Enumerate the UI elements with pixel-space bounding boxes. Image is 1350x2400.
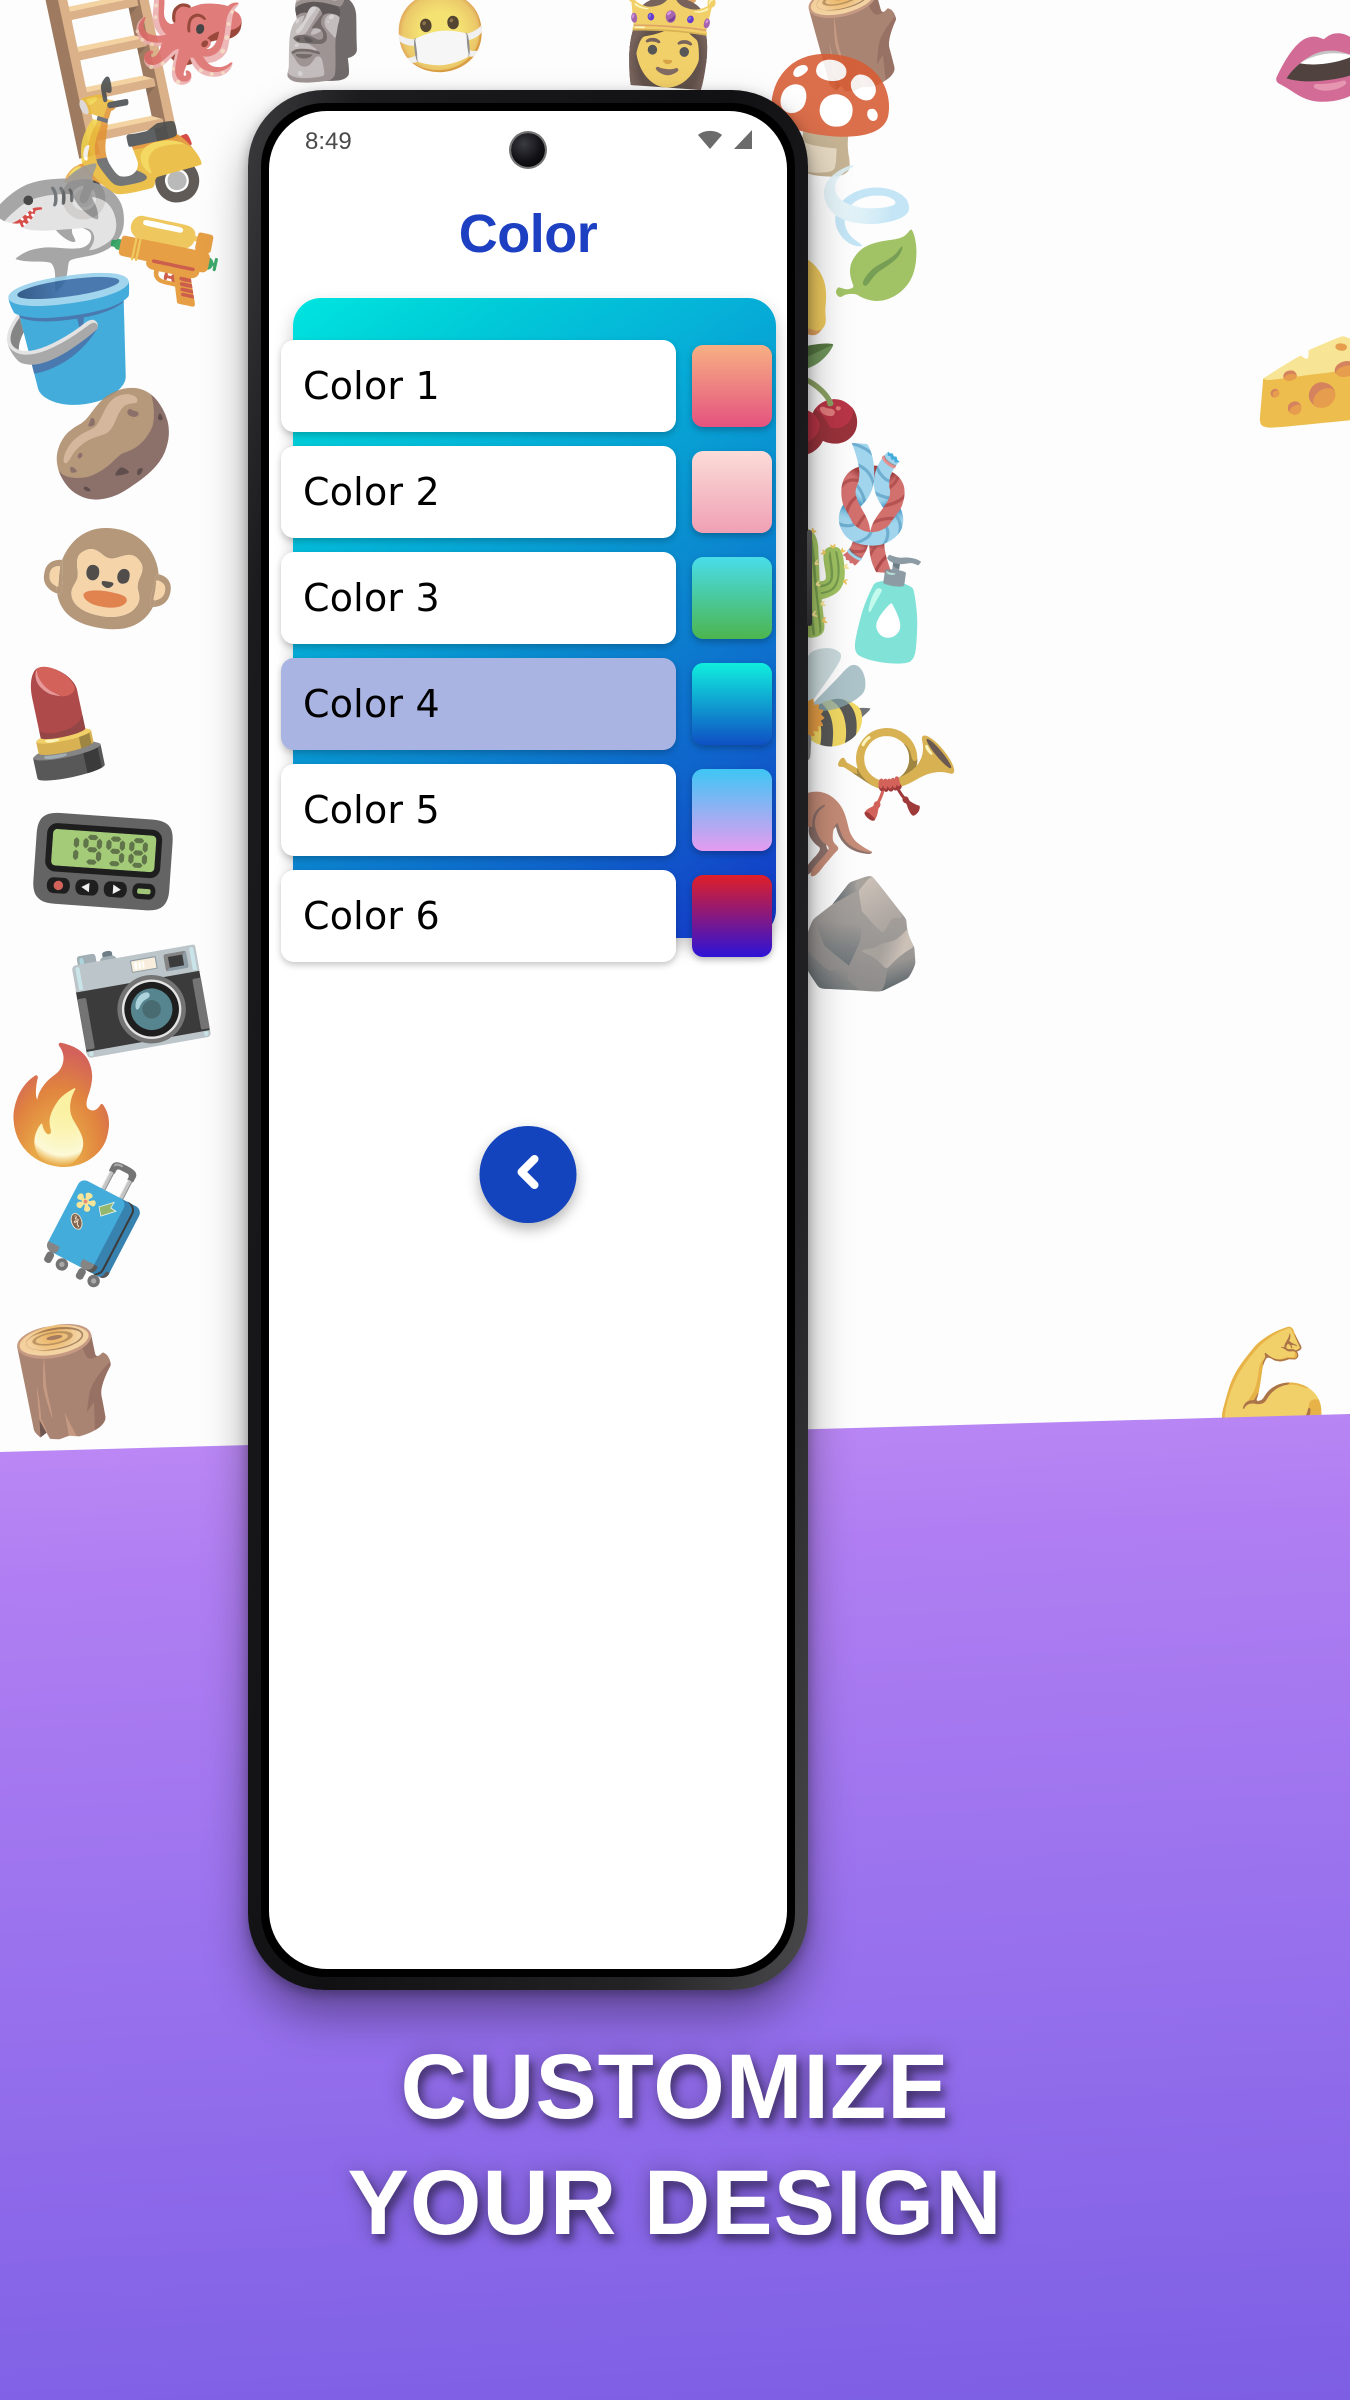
wallpaper-sticker-icon: 🔥	[0, 1033, 142, 1178]
color-swatch[interactable]	[692, 663, 772, 745]
color-row-label: Color 2	[303, 470, 440, 514]
phone-device-frame: 8:49 Color Color 1 Color 2 Color 3 Color…	[248, 90, 812, 1990]
wallpaper-sticker-icon: 🐵	[27, 503, 189, 653]
color-name-card[interactable]: Color 2	[281, 446, 676, 538]
chevron-left-icon	[505, 1149, 551, 1200]
color-name-card[interactable]: Color 5	[281, 764, 676, 856]
color-row[interactable]: Color 4	[281, 658, 787, 750]
cellular-signal-icon	[731, 129, 753, 156]
wallpaper-sticker-icon: 🪵	[0, 1313, 139, 1451]
caption-line-1: CUSTOMIZE	[400, 2036, 950, 2138]
wallpaper-sticker-icon: 📟	[21, 787, 186, 937]
color-name-card[interactable]: Color 3	[281, 552, 676, 644]
phone-screen: 8:49 Color Color 1 Color 2 Color 3 Color…	[269, 111, 787, 1969]
status-bar-clock: 8:49	[305, 128, 352, 155]
color-row[interactable]: Color 3	[281, 552, 787, 644]
status-bar-icons	[696, 129, 753, 156]
promo-caption: CUSTOMIZE YOUR DESIGN	[0, 2030, 1350, 2262]
wallpaper-sticker-icon: 📷	[57, 911, 220, 1062]
wallpaper-sticker-icon: 👄	[1261, 6, 1350, 129]
color-list-panel: Color 1 Color 2 Color 3 Color 4 Color 5 Color…	[281, 298, 776, 962]
wallpaper-sticker-icon: 🧳	[21, 1158, 170, 1293]
color-row[interactable]: Color 6	[281, 870, 787, 962]
front-camera-icon	[511, 133, 545, 167]
page-title: Color	[458, 204, 598, 264]
color-row-label: Color 6	[303, 894, 440, 938]
wallpaper-sticker-icon: 🥔	[42, 379, 184, 509]
color-swatch[interactable]	[692, 875, 772, 957]
phone-bezel: 8:49 Color Color 1 Color 2 Color 3 Color…	[261, 103, 795, 1977]
color-row[interactable]: Color 2	[281, 446, 787, 538]
wallpaper-sticker-icon: 🧀	[1249, 317, 1350, 449]
wallpaper-sticker-icon: 💄	[0, 651, 137, 793]
color-name-card[interactable]: Color 6	[281, 870, 676, 962]
color-list: Color 1 Color 2 Color 3 Color 4 Color 5 Color…	[281, 340, 787, 962]
color-row[interactable]: Color 1	[281, 340, 787, 432]
caption-line-2: YOUR DESIGN	[347, 2151, 1003, 2254]
back-button[interactable]	[479, 1126, 577, 1223]
color-swatch[interactable]	[692, 769, 772, 851]
wallpaper-sticker-icon: 🗿	[268, 0, 378, 83]
wifi-icon	[696, 129, 724, 156]
color-row-label: Color 4	[303, 682, 440, 726]
color-swatch[interactable]	[692, 345, 772, 427]
color-swatch[interactable]	[692, 557, 772, 639]
color-name-card[interactable]: Color 4	[281, 658, 676, 750]
color-row-label: Color 3	[303, 576, 440, 620]
color-swatch[interactable]	[692, 451, 772, 533]
wallpaper-sticker-icon: 😷	[387, 0, 494, 82]
color-row-label: Color 5	[303, 788, 440, 832]
color-row-label: Color 1	[303, 364, 440, 408]
wallpaper-sticker-icon: 👸	[608, 0, 730, 93]
power-button[interactable]	[807, 530, 812, 626]
color-row[interactable]: Color 5	[281, 764, 787, 856]
color-name-card[interactable]: Color 1	[281, 340, 676, 432]
